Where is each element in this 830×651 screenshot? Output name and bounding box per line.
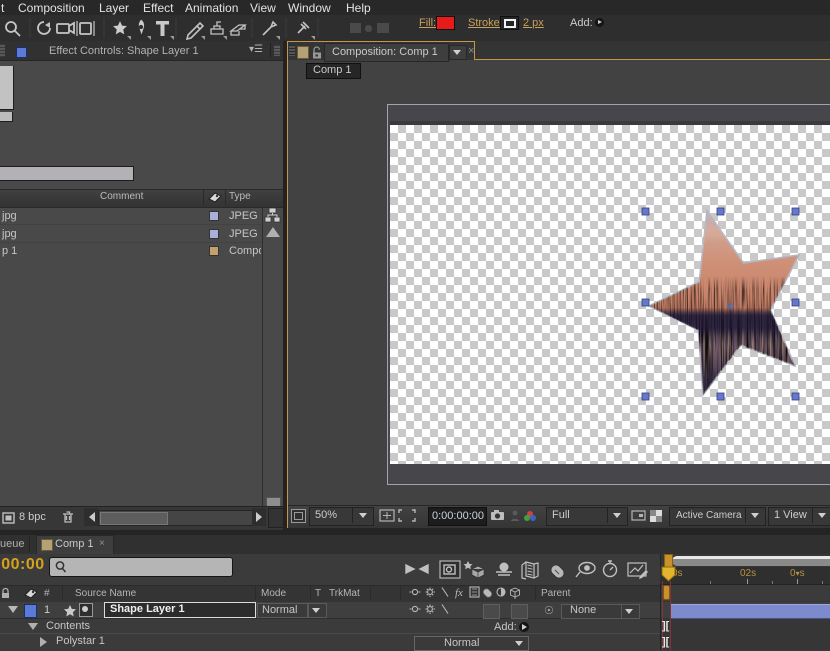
svg-text:fx: fx <box>455 587 463 599</box>
